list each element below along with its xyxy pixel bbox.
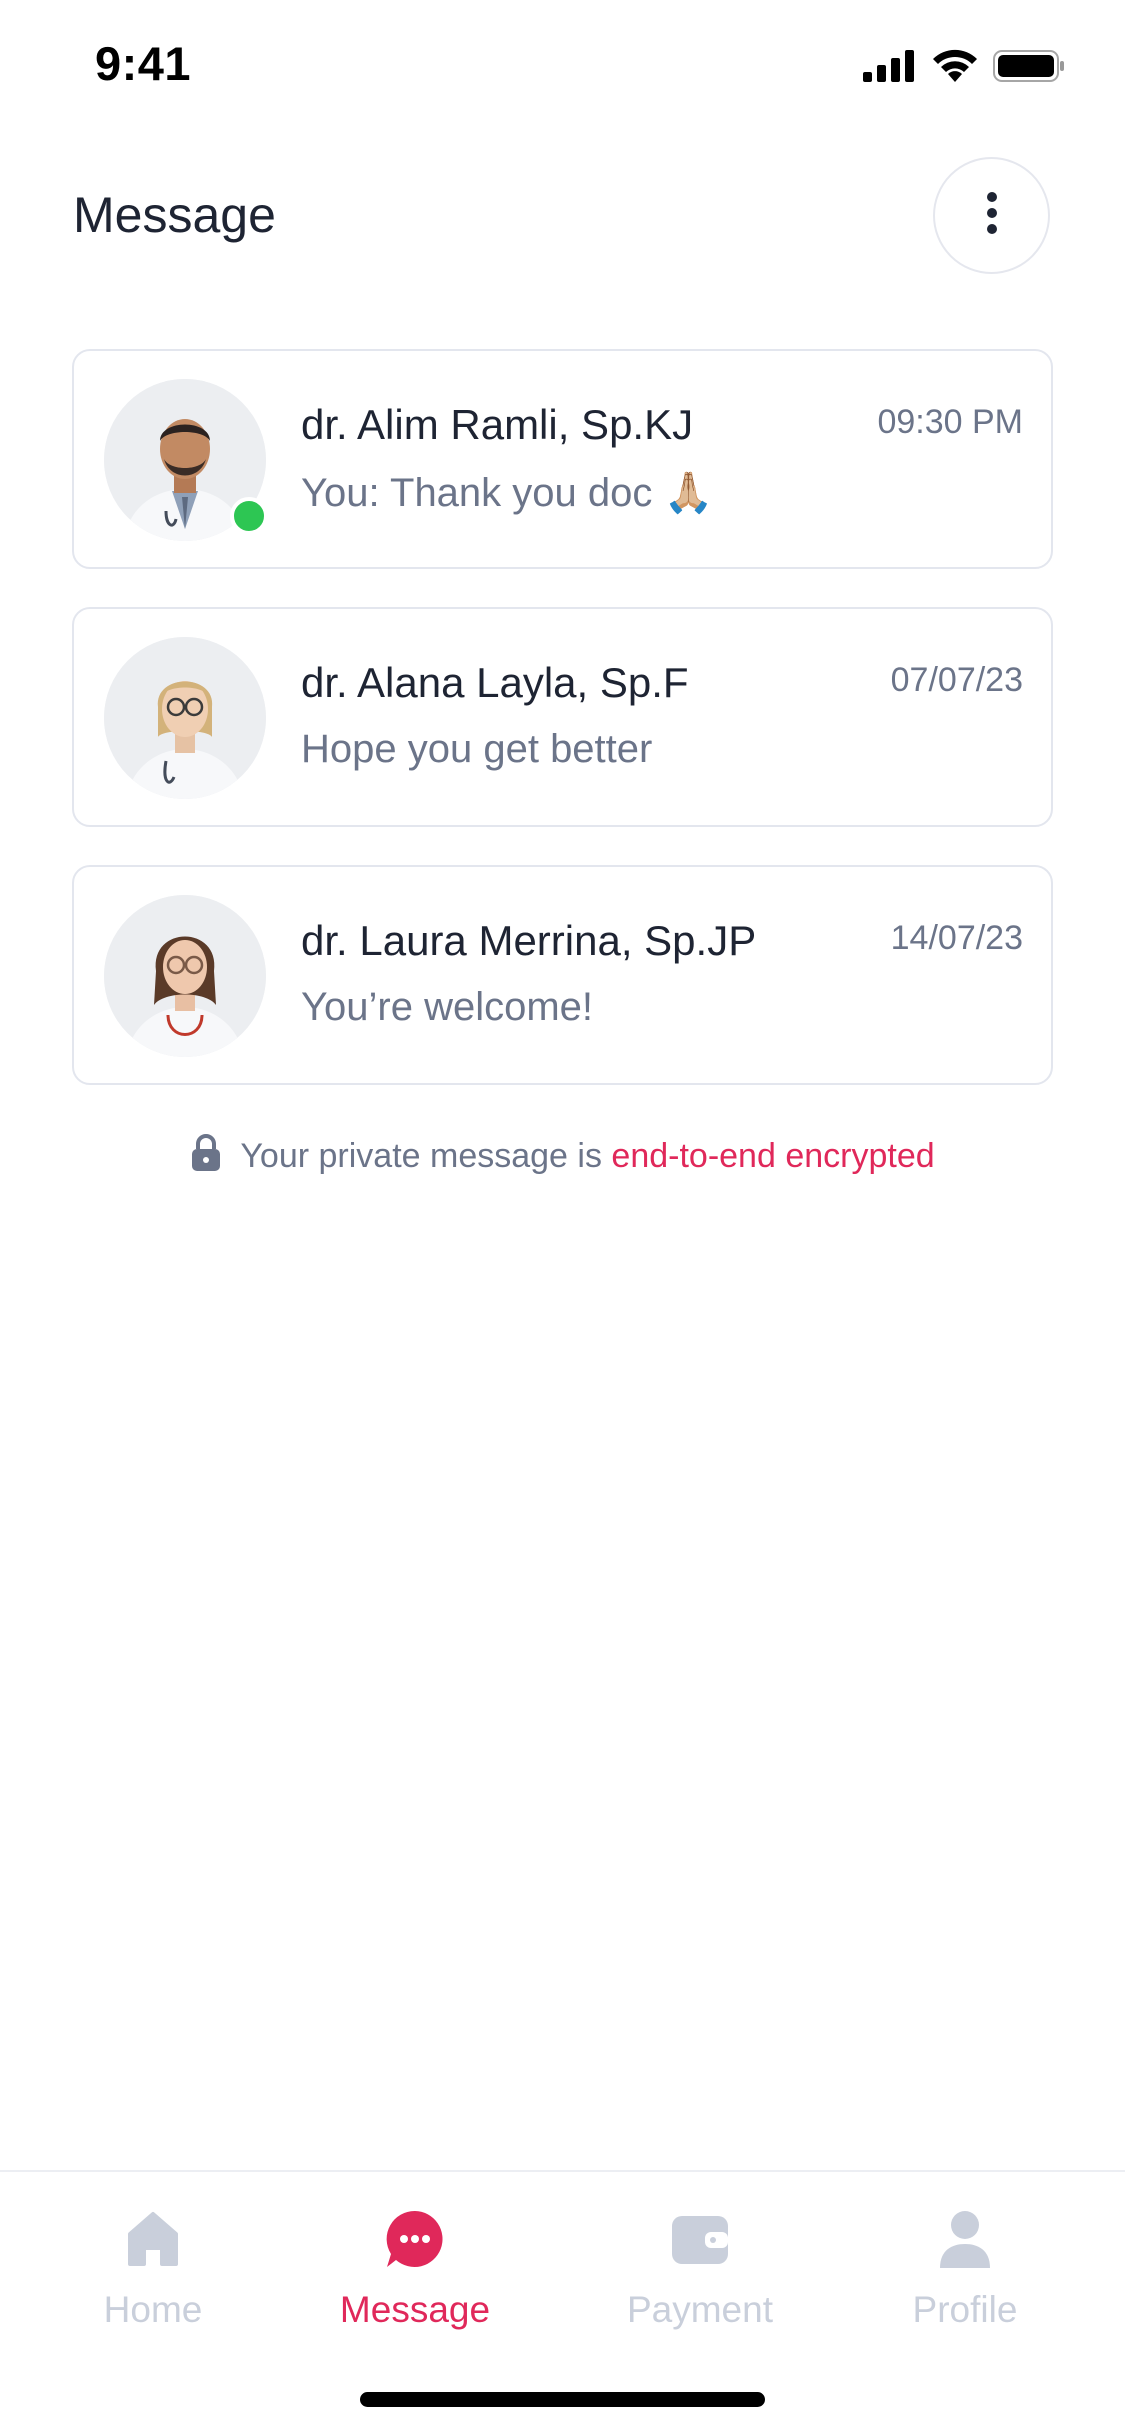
lock-icon xyxy=(190,1133,222,1180)
more-vertical-icon xyxy=(986,191,998,240)
page-title: Message xyxy=(73,187,276,243)
home-icon xyxy=(122,2208,184,2275)
nav-label-profile: Profile xyxy=(912,2289,1018,2330)
wifi-icon xyxy=(931,48,979,87)
status-time: 9:41 xyxy=(95,37,192,90)
encryption-note: Your private message is end-to-end encry… xyxy=(0,1133,1125,1180)
nav-label-payment: Payment xyxy=(626,2289,773,2330)
nav-label-home: Home xyxy=(103,2289,203,2330)
nav-label-message: Message xyxy=(339,2289,491,2330)
status-bar: 9:41 xyxy=(0,0,1125,130)
home-indicator[interactable] xyxy=(360,2392,765,2407)
encryption-text: Your private message is xyxy=(240,1137,602,1175)
chat-preview: You’re welcome! xyxy=(301,985,594,1029)
chat-preview: You: Thank you doc 🙏🏼 xyxy=(301,471,714,515)
nav-item-message[interactable]: Message xyxy=(305,2208,525,2331)
profile-icon xyxy=(934,2208,996,2275)
chat-item[interactable]: dr. Alim Ramli, Sp.KJ You: Thank you doc… xyxy=(72,349,1053,569)
wallet-icon xyxy=(669,2208,731,2275)
chat-name: dr. Alana Layla, Sp.F xyxy=(301,659,689,706)
more-options-button[interactable] xyxy=(933,157,1050,274)
chat-time: 14/07/23 xyxy=(890,919,1023,957)
chat-item[interactable]: dr. Laura Merrina, Sp.JP You’re welcome!… xyxy=(72,865,1053,1085)
chat-item[interactable]: dr. Alana Layla, Sp.F Hope you get bette… xyxy=(72,607,1053,827)
chat-time: 07/07/23 xyxy=(890,661,1023,699)
avatar xyxy=(104,895,266,1057)
chat-preview: Hope you get better xyxy=(301,727,653,771)
chat-name: dr. Laura Merrina, Sp.JP xyxy=(301,917,757,964)
avatar xyxy=(104,637,266,799)
chat-icon xyxy=(384,2208,446,2275)
status-icons xyxy=(863,48,1065,87)
chat-name: dr. Alim Ramli, Sp.KJ xyxy=(301,401,694,448)
online-indicator xyxy=(230,497,268,535)
nav-item-home[interactable]: Home xyxy=(43,2208,263,2331)
battery-icon xyxy=(993,50,1065,87)
encryption-link[interactable]: end-to-end encrypted xyxy=(611,1137,934,1175)
signal-icon xyxy=(863,50,917,87)
chat-time: 09:30 PM xyxy=(877,403,1023,441)
nav-item-payment[interactable]: Payment xyxy=(590,2208,810,2331)
nav-item-profile[interactable]: Profile xyxy=(855,2208,1075,2331)
